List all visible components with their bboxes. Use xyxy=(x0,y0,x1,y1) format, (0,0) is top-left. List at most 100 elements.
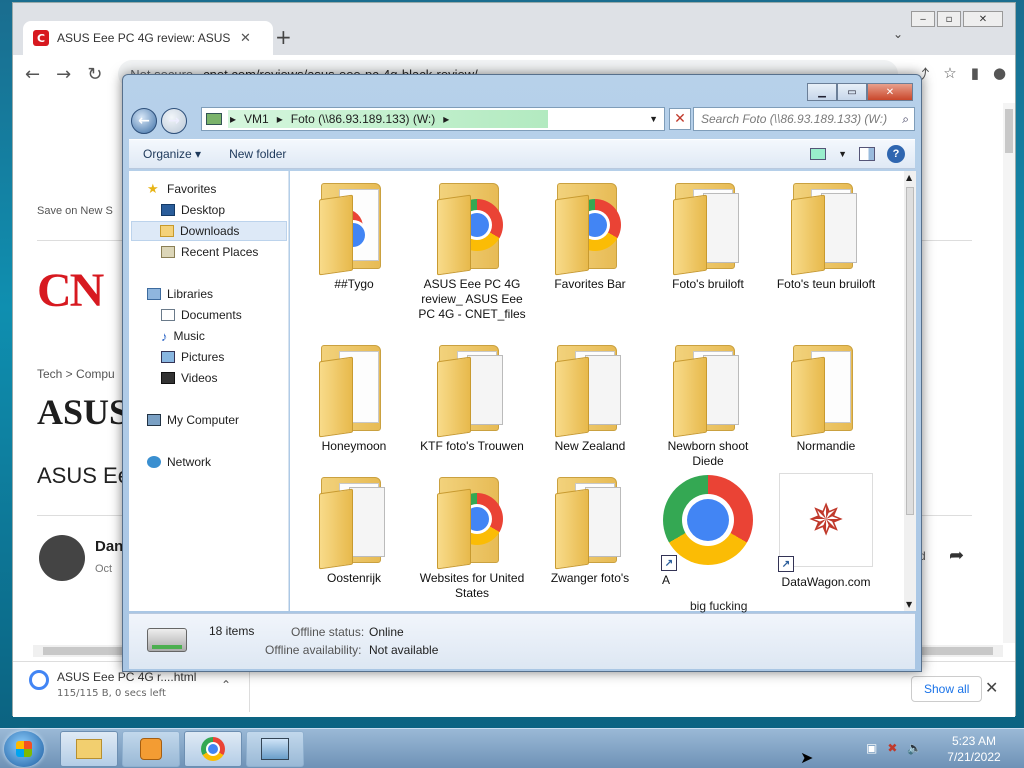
reload-icon[interactable]: ↻ xyxy=(87,64,102,85)
tab-close-icon[interactable]: ✕ xyxy=(240,31,251,46)
forward-button[interactable]: → xyxy=(161,108,187,134)
preview-pane-icon[interactable] xyxy=(859,147,875,161)
folder-item[interactable]: Foto's bruiloft xyxy=(652,179,764,292)
close-icon[interactable]: ✕ xyxy=(985,678,998,697)
file-list-scrollbar[interactable]: ▲ ▼ xyxy=(904,171,916,611)
taskbar-chrome-button[interactable] xyxy=(184,731,242,767)
breadcrumb-vm1[interactable]: VM1 xyxy=(244,112,269,126)
search-icon[interactable]: ⌕ xyxy=(902,112,914,127)
offline-status-label: Offline status: xyxy=(291,625,365,639)
chevron-down-icon[interactable]: ▼ xyxy=(838,149,847,159)
folder-item[interactable]: Websites for United States xyxy=(416,473,528,601)
folder-item[interactable]: Favorites Bar xyxy=(534,179,646,292)
article-date: Oct xyxy=(95,563,113,575)
maximize-button[interactable]: ▫ xyxy=(937,11,961,27)
author-name[interactable]: Dan xyxy=(95,538,123,555)
volume-icon[interactable]: 🔈 xyxy=(907,741,922,755)
address-breadcrumb[interactable]: ▸ VM1 ▸ Foto (\\86.93.189.133) (W:) ▸ ▼ xyxy=(201,107,665,131)
help-icon[interactable]: ? xyxy=(887,145,905,163)
nav-pictures[interactable]: Pictures xyxy=(161,347,224,367)
chevron-down-icon[interactable]: ▼ xyxy=(649,114,664,124)
side-panel-icon[interactable]: ▮ xyxy=(971,64,979,85)
promo-text[interactable]: Save on New S xyxy=(37,205,113,217)
breadcrumb-separator-icon[interactable]: ▸ xyxy=(277,112,283,126)
divider xyxy=(249,668,250,712)
taskbar-photo-viewer-button[interactable] xyxy=(246,731,304,767)
article-headline: ASUS xyxy=(37,392,130,432)
browser-tab[interactable]: C ASUS Eee PC 4G review: ASUS Ee ✕ xyxy=(23,21,273,55)
nav-downloads[interactable]: Downloads xyxy=(131,221,287,241)
new-folder-button[interactable]: New folder xyxy=(215,147,300,161)
nav-network[interactable]: Network xyxy=(147,452,211,472)
datawagon-thumbnail-icon: ✵ ↗ xyxy=(778,473,873,572)
share-arrow-icon[interactable]: ➦ xyxy=(949,545,964,566)
profile-icon[interactable]: ● xyxy=(993,64,1006,85)
folder-item[interactable]: New Zealand xyxy=(534,341,646,454)
folder-item[interactable]: Normandie xyxy=(770,341,882,454)
minimize-button[interactable]: ‒ xyxy=(911,11,935,27)
nav-favorites[interactable]: ★ Favorites xyxy=(147,179,216,199)
maximize-button[interactable]: ▭ xyxy=(837,83,867,101)
search-input[interactable]: Search Foto (\\86.93.189.133) (W:) ⌕ xyxy=(693,107,915,131)
shortcut-arrow-icon: ↗ xyxy=(778,556,794,572)
offline-availability-label: Offline availability: xyxy=(265,643,362,657)
taskbar-explorer-button[interactable] xyxy=(60,731,118,767)
stop-loading-button[interactable]: ✕ xyxy=(669,108,691,130)
action-center-icon[interactable]: ✖ xyxy=(887,741,897,755)
nav-documents[interactable]: Documents xyxy=(161,305,242,325)
close-button[interactable]: ✕ xyxy=(867,83,913,101)
back-icon[interactable]: ← xyxy=(25,64,40,85)
chevron-up-icon[interactable]: ⌃ xyxy=(221,678,231,692)
folder-item[interactable]: Oostenrijk xyxy=(298,473,410,586)
nav-recent-places[interactable]: Recent Places xyxy=(161,242,258,262)
breadcrumb[interactable]: Tech > Compu xyxy=(37,367,115,381)
nav-my-computer[interactable]: My Computer xyxy=(147,410,239,430)
new-tab-button[interactable]: + xyxy=(275,25,292,49)
author-avatar[interactable] xyxy=(39,535,85,581)
shortcut-arrow-icon: ↗ xyxy=(661,555,677,571)
dialog-window-controls: ▁ ▭ ✕ xyxy=(807,83,913,101)
folder-item[interactable]: KTF foto's Trouwen xyxy=(416,341,528,454)
menu-icon[interactable]: ⋮ xyxy=(1020,64,1024,85)
show-all-button[interactable]: Show all xyxy=(911,676,983,702)
folder-item[interactable]: Honeymoon xyxy=(298,341,410,454)
bookmark-star-icon[interactable]: ☆ xyxy=(943,64,956,85)
nav-music[interactable]: ♪ Music xyxy=(161,326,205,346)
folder-item[interactable]: Newborn shoot Diede xyxy=(652,341,764,469)
download-file-name: ASUS Eee PC 4G r....html xyxy=(57,670,197,684)
breadcrumb-separator-icon[interactable]: ▸ xyxy=(443,112,449,126)
folder-item[interactable]: Foto's teun bruiloft xyxy=(770,179,882,292)
minimize-button[interactable]: ▁ xyxy=(807,83,837,101)
start-button[interactable] xyxy=(4,731,44,767)
breadcrumb-separator-icon[interactable]: ▸ xyxy=(230,112,236,126)
folder-icon xyxy=(76,739,102,759)
taskbar-media-player-button[interactable] xyxy=(122,731,180,767)
network-tray-icon[interactable]: ▣ xyxy=(866,741,877,755)
chrome-folder-icon xyxy=(437,179,507,276)
media-player-icon xyxy=(140,738,162,760)
nav-videos[interactable]: Videos xyxy=(161,368,217,388)
close-button[interactable]: ✕ xyxy=(963,11,1003,27)
folder-icon xyxy=(791,179,861,276)
nav-libraries[interactable]: Libraries xyxy=(147,284,213,304)
partial-item-label[interactable]: big fucking xyxy=(690,599,747,613)
shortcut-item[interactable]: ✵ ↗ DataWagon.com xyxy=(770,473,882,590)
folder-item[interactable]: Zwanger foto's xyxy=(534,473,646,586)
change-view-icon[interactable] xyxy=(810,148,827,160)
shortcut-item[interactable]: ↗ A xyxy=(652,475,764,588)
desktop-icon xyxy=(161,204,175,216)
download-item[interactable]: ASUS Eee PC 4G r....html 115/115 B, 0 se… xyxy=(29,670,196,699)
back-button[interactable]: ← xyxy=(131,108,157,134)
folder-item[interactable]: ##Tygo xyxy=(298,179,410,292)
breadcrumb-foto[interactable]: Foto (\\86.93.189.133) (W:) xyxy=(291,112,436,126)
cnet-logo[interactable]: CN xyxy=(37,263,104,318)
folder-icon xyxy=(673,179,743,276)
page-vertical-scrollbar[interactable] xyxy=(1003,103,1015,643)
folder-item[interactable]: ASUS Eee PC 4G review_ ASUS Eee PC 4G - … xyxy=(416,179,528,322)
tab-search-icon[interactable]: ⌄ xyxy=(893,27,903,41)
forward-icon[interactable]: → xyxy=(56,64,71,85)
nav-desktop[interactable]: Desktop xyxy=(161,200,225,220)
clock[interactable]: 5:23 AM 7/21/2022 xyxy=(944,733,1004,765)
organize-button[interactable]: Organize ▾ xyxy=(129,147,215,161)
mouse-cursor-icon: ➤ xyxy=(800,748,814,767)
